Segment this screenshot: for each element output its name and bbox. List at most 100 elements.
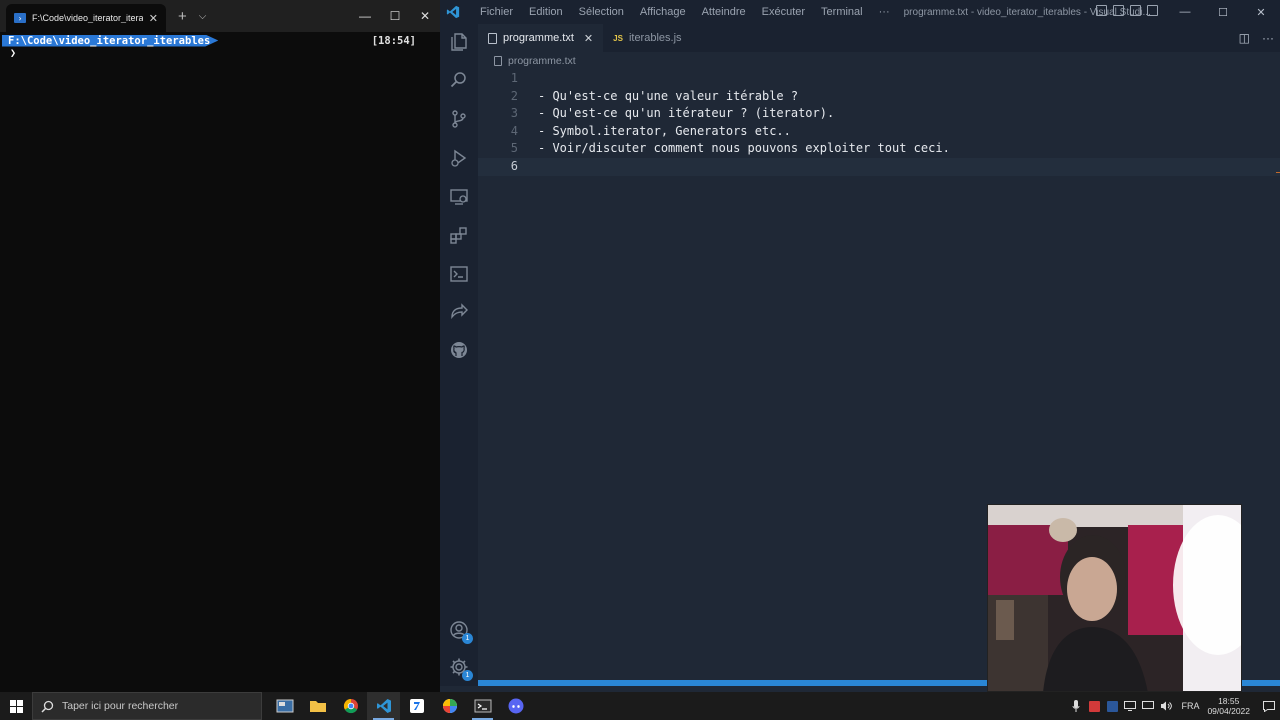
accounts-badge: 1: [462, 633, 473, 644]
menu-executer[interactable]: Exécuter: [754, 6, 813, 18]
prompt-line: F:\Code\video_iterator_iterables [18:54]: [2, 34, 430, 47]
menu-terminal[interactable]: Terminal: [813, 6, 871, 18]
settings-badge: 1: [462, 670, 473, 681]
vscode-icon[interactable]: [367, 692, 400, 720]
breadcrumb-item[interactable]: programme.txt: [508, 55, 576, 67]
terminal-window: › F:\Code\video_iterator_iterables ✕ + ⌵…: [0, 0, 440, 692]
notifications-icon[interactable]: [1258, 692, 1280, 720]
customize-layout-icon[interactable]: [1147, 5, 1158, 16]
terminal-window-controls: — ☐ ✕: [350, 0, 440, 32]
menu-edition[interactable]: Edition: [521, 6, 571, 18]
discord-icon[interactable]: [499, 692, 532, 720]
line-text: - Qu'est-ce qu'une valeur itérable ?: [538, 88, 799, 103]
taskbar-apps: [268, 692, 532, 720]
run-debug-icon[interactable]: [449, 148, 469, 168]
tab-programme-txt[interactable]: programme.txt ✕: [478, 24, 604, 52]
taskbar-search[interactable]: Taper ici pour rechercher: [32, 692, 262, 720]
tab-label: programme.txt: [503, 32, 574, 44]
line-number: 3: [510, 106, 518, 121]
line-number: 2: [510, 88, 518, 103]
javascript-file-icon: JS: [613, 33, 623, 43]
maximize-button[interactable]: ☐: [380, 9, 410, 23]
layout-controls: [1096, 5, 1158, 16]
app-colorful-icon[interactable]: [433, 692, 466, 720]
file-explorer-icon[interactable]: [301, 692, 334, 720]
line-number: 1: [510, 71, 518, 85]
start-button[interactable]: [0, 692, 32, 720]
activity-bar: 1 1: [440, 24, 478, 686]
menu-more[interactable]: ···: [871, 6, 898, 18]
microphone-icon[interactable]: [1068, 692, 1084, 720]
search-icon: [41, 700, 54, 713]
menu-selection[interactable]: Sélection: [571, 6, 632, 18]
app-blue-icon[interactable]: [400, 692, 433, 720]
input-line: ❯: [10, 47, 430, 60]
clock[interactable]: 18:55 09/04/2022: [1207, 696, 1250, 716]
minimize-button[interactable]: —: [1166, 6, 1204, 18]
toggle-panel-icon[interactable]: [1113, 5, 1124, 16]
more-actions-icon[interactable]: ···: [1262, 31, 1274, 45]
desktop: › F:\Code\video_iterator_iterables ✕ + ⌵…: [0, 0, 1280, 720]
menu-atteindre[interactable]: Atteindre: [694, 6, 754, 18]
settings-gear-icon[interactable]: 1: [449, 657, 473, 681]
system-tray: FRA 18:55 09/04/2022: [1067, 692, 1280, 720]
display-tray-icon[interactable]: [1122, 692, 1138, 720]
terminal-tab[interactable]: › F:\Code\video_iterator_iterables ✕: [6, 4, 166, 32]
accounts-icon[interactable]: 1: [449, 620, 473, 644]
editor-actions: ◫ ···: [1239, 31, 1274, 45]
terminal-tab-title: F:\Code\video_iterator_iterables: [32, 13, 143, 23]
close-button[interactable]: ✕: [1242, 6, 1280, 19]
code-editor[interactable]: 1 2 - Qu'est-ce qu'une valeur itérable ?…: [478, 70, 1280, 176]
code-line: 5 - Voir/discuter comment nous pouvons e…: [478, 140, 1280, 158]
search-icon[interactable]: [449, 70, 469, 90]
breadcrumb: programme.txt: [478, 52, 1280, 70]
red-app-tray-icon[interactable]: [1086, 692, 1102, 720]
terminal-titlebar: › F:\Code\video_iterator_iterables ✕ + ⌵…: [0, 0, 440, 32]
vscode-logo-icon: [446, 5, 460, 19]
close-tab-icon[interactable]: ✕: [584, 32, 593, 45]
terminal-icon[interactable]: [449, 264, 469, 284]
line-text: [518, 158, 538, 176]
source-control-icon[interactable]: [449, 109, 469, 129]
code-line: 3 - Qu'est-ce qu'un itérateur ? (iterato…: [478, 105, 1280, 123]
menu-fichier[interactable]: Fichier: [472, 6, 521, 18]
network-icon[interactable]: [1140, 692, 1156, 720]
language-indicator[interactable]: FRA: [1181, 701, 1199, 711]
maximize-button[interactable]: ☐: [1204, 6, 1242, 19]
toggle-secondary-sidebar-icon[interactable]: [1130, 5, 1141, 16]
word-tray-icon[interactable]: [1104, 692, 1120, 720]
vscode-window-controls: — ☐ ✕: [1166, 0, 1280, 24]
clock-date: 09/04/2022: [1207, 706, 1250, 716]
terminal-icon[interactable]: [466, 692, 499, 720]
menu-affichage[interactable]: Affichage: [632, 6, 694, 18]
tab-iterables-js[interactable]: JS iterables.js: [603, 24, 691, 52]
github-icon[interactable]: [449, 340, 469, 360]
terminal-content[interactable]: F:\Code\video_iterator_iterables [18:54]…: [0, 32, 440, 62]
line-number: 6: [510, 158, 518, 173]
editor-tabs: programme.txt ✕ JS iterables.js ◫ ···: [478, 24, 1280, 52]
live-share-icon[interactable]: [449, 302, 469, 322]
new-tab-button[interactable]: +: [178, 8, 187, 25]
overview-ruler-marker: [1276, 172, 1280, 173]
close-button[interactable]: ✕: [410, 9, 440, 23]
close-tab-icon[interactable]: ✕: [149, 12, 158, 25]
prompt-time: [18:54]: [371, 34, 416, 47]
menu-bar: Fichier Edition Sélection Affichage Atte…: [472, 6, 898, 18]
task-view-icon[interactable]: [268, 692, 301, 720]
toggle-sidebar-icon[interactable]: [1096, 5, 1107, 16]
split-editor-icon[interactable]: ◫: [1239, 31, 1250, 45]
minimize-button[interactable]: —: [350, 9, 380, 23]
volume-icon[interactable]: [1158, 692, 1174, 720]
chevron-down-icon[interactable]: ⌵: [199, 11, 207, 22]
prompt-caret: ❯: [10, 48, 17, 59]
prompt-path: F:\Code\video_iterator_iterables: [2, 34, 219, 47]
extensions-icon[interactable]: [449, 225, 469, 245]
explorer-icon[interactable]: [449, 32, 469, 52]
chrome-icon[interactable]: [334, 692, 367, 720]
remote-explorer-icon[interactable]: [449, 187, 469, 207]
clock-time: 18:55: [1218, 696, 1240, 706]
code-line: 2 - Qu'est-ce qu'une valeur itérable ?: [478, 88, 1280, 106]
code-line: 1: [478, 70, 1280, 88]
tab-label: iterables.js: [628, 32, 682, 44]
line-text: [518, 70, 538, 88]
